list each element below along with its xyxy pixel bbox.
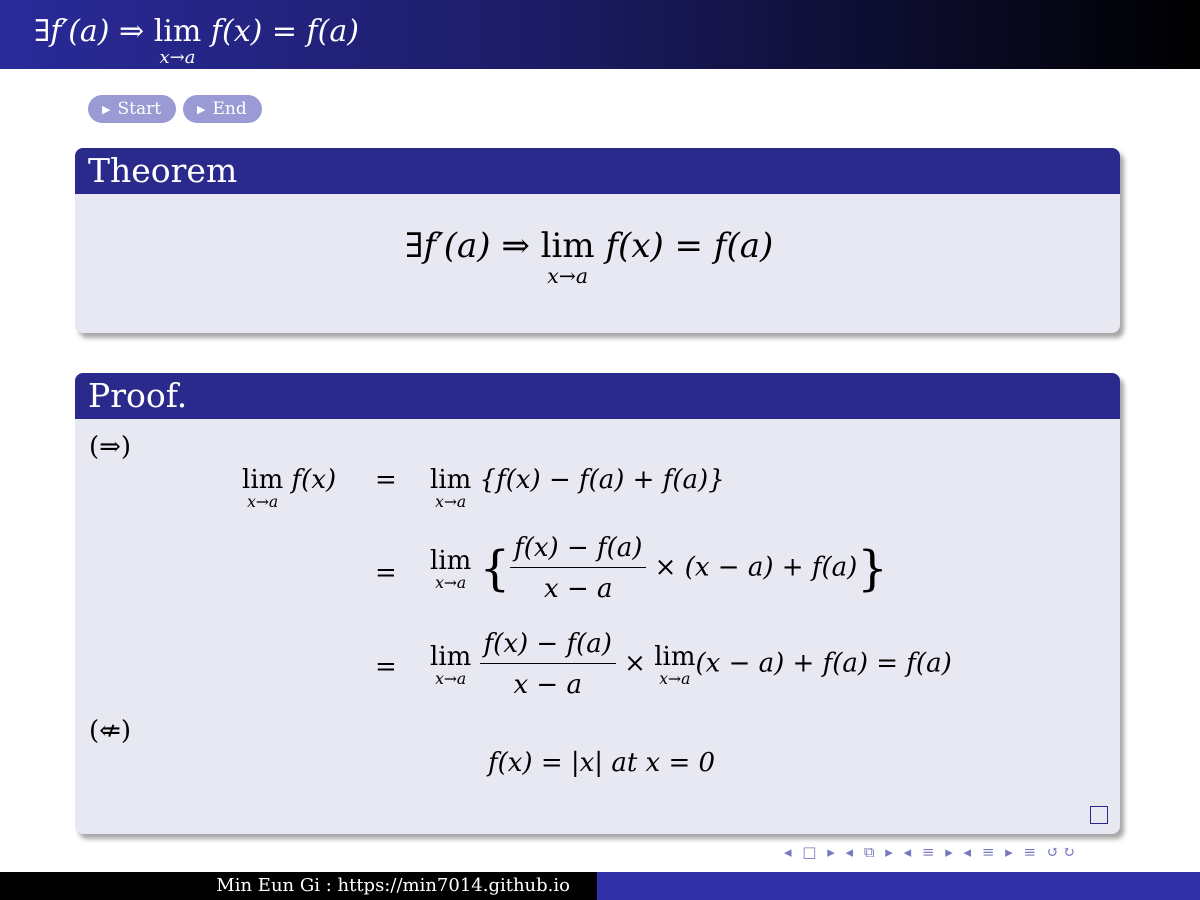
theorem-title: Theorem — [75, 148, 1120, 194]
forward-direction-label: (⇒) — [89, 432, 132, 462]
counterexample: f(x) = |x| at x = 0 — [488, 748, 716, 778]
proof-line-1: lim x→a {f(x) − f(a) + f(a)} — [430, 465, 725, 511]
proof-line-2: lim x→a {f(x) − f(a) x − a × (x − a) + f(a… — [430, 533, 888, 604]
start-button[interactable]: ▶ Start — [88, 95, 177, 123]
backward-direction-label: (⇍) — [89, 716, 132, 746]
proof-line-3: lim x→a f(x) − f(a) x − a × lim x→a (x − a) … — [430, 629, 952, 700]
proof-line-1-lhs: lim x→a f(x) — [242, 465, 337, 511]
theorem-equation: ∃f′(a) ⇒ lim x→a f(x) = f(a) — [405, 226, 774, 288]
play-icon: ▶ — [197, 102, 206, 116]
qed-icon — [1090, 806, 1108, 824]
nav-buttons: ▶ Start ▶ End — [88, 95, 262, 123]
footer: Min Eun Gi : https://min7014.github.io — [0, 872, 1200, 900]
theorem-block: Theorem ∃f′(a) ⇒ lim x→a f(x) = f(a) — [75, 148, 1120, 333]
proof-block: Proof. (⇒) lim x→a f(x) = lim x→a {f(x) − … — [75, 373, 1120, 834]
frame-title: ∃f′(a) ⇒ lim x→a f(x) = f(a) — [34, 14, 359, 68]
beamer-navigation-icons[interactable]: ◂ □ ▸ ◂ ⧉ ▸ ◂ ≡ ▸ ◂ ≡ ▸ ≡ ↺↻ — [784, 843, 1078, 861]
play-icon: ▶ — [102, 102, 111, 116]
end-button[interactable]: ▶ End — [183, 95, 262, 123]
footer-bar — [597, 872, 1200, 900]
frame-titlebar: ∃f′(a) ⇒ lim x→a f(x) = f(a) — [0, 0, 1200, 69]
proof-title: Proof. — [75, 373, 1120, 419]
footer-author: Min Eun Gi : https://min7014.github.io — [0, 872, 597, 900]
